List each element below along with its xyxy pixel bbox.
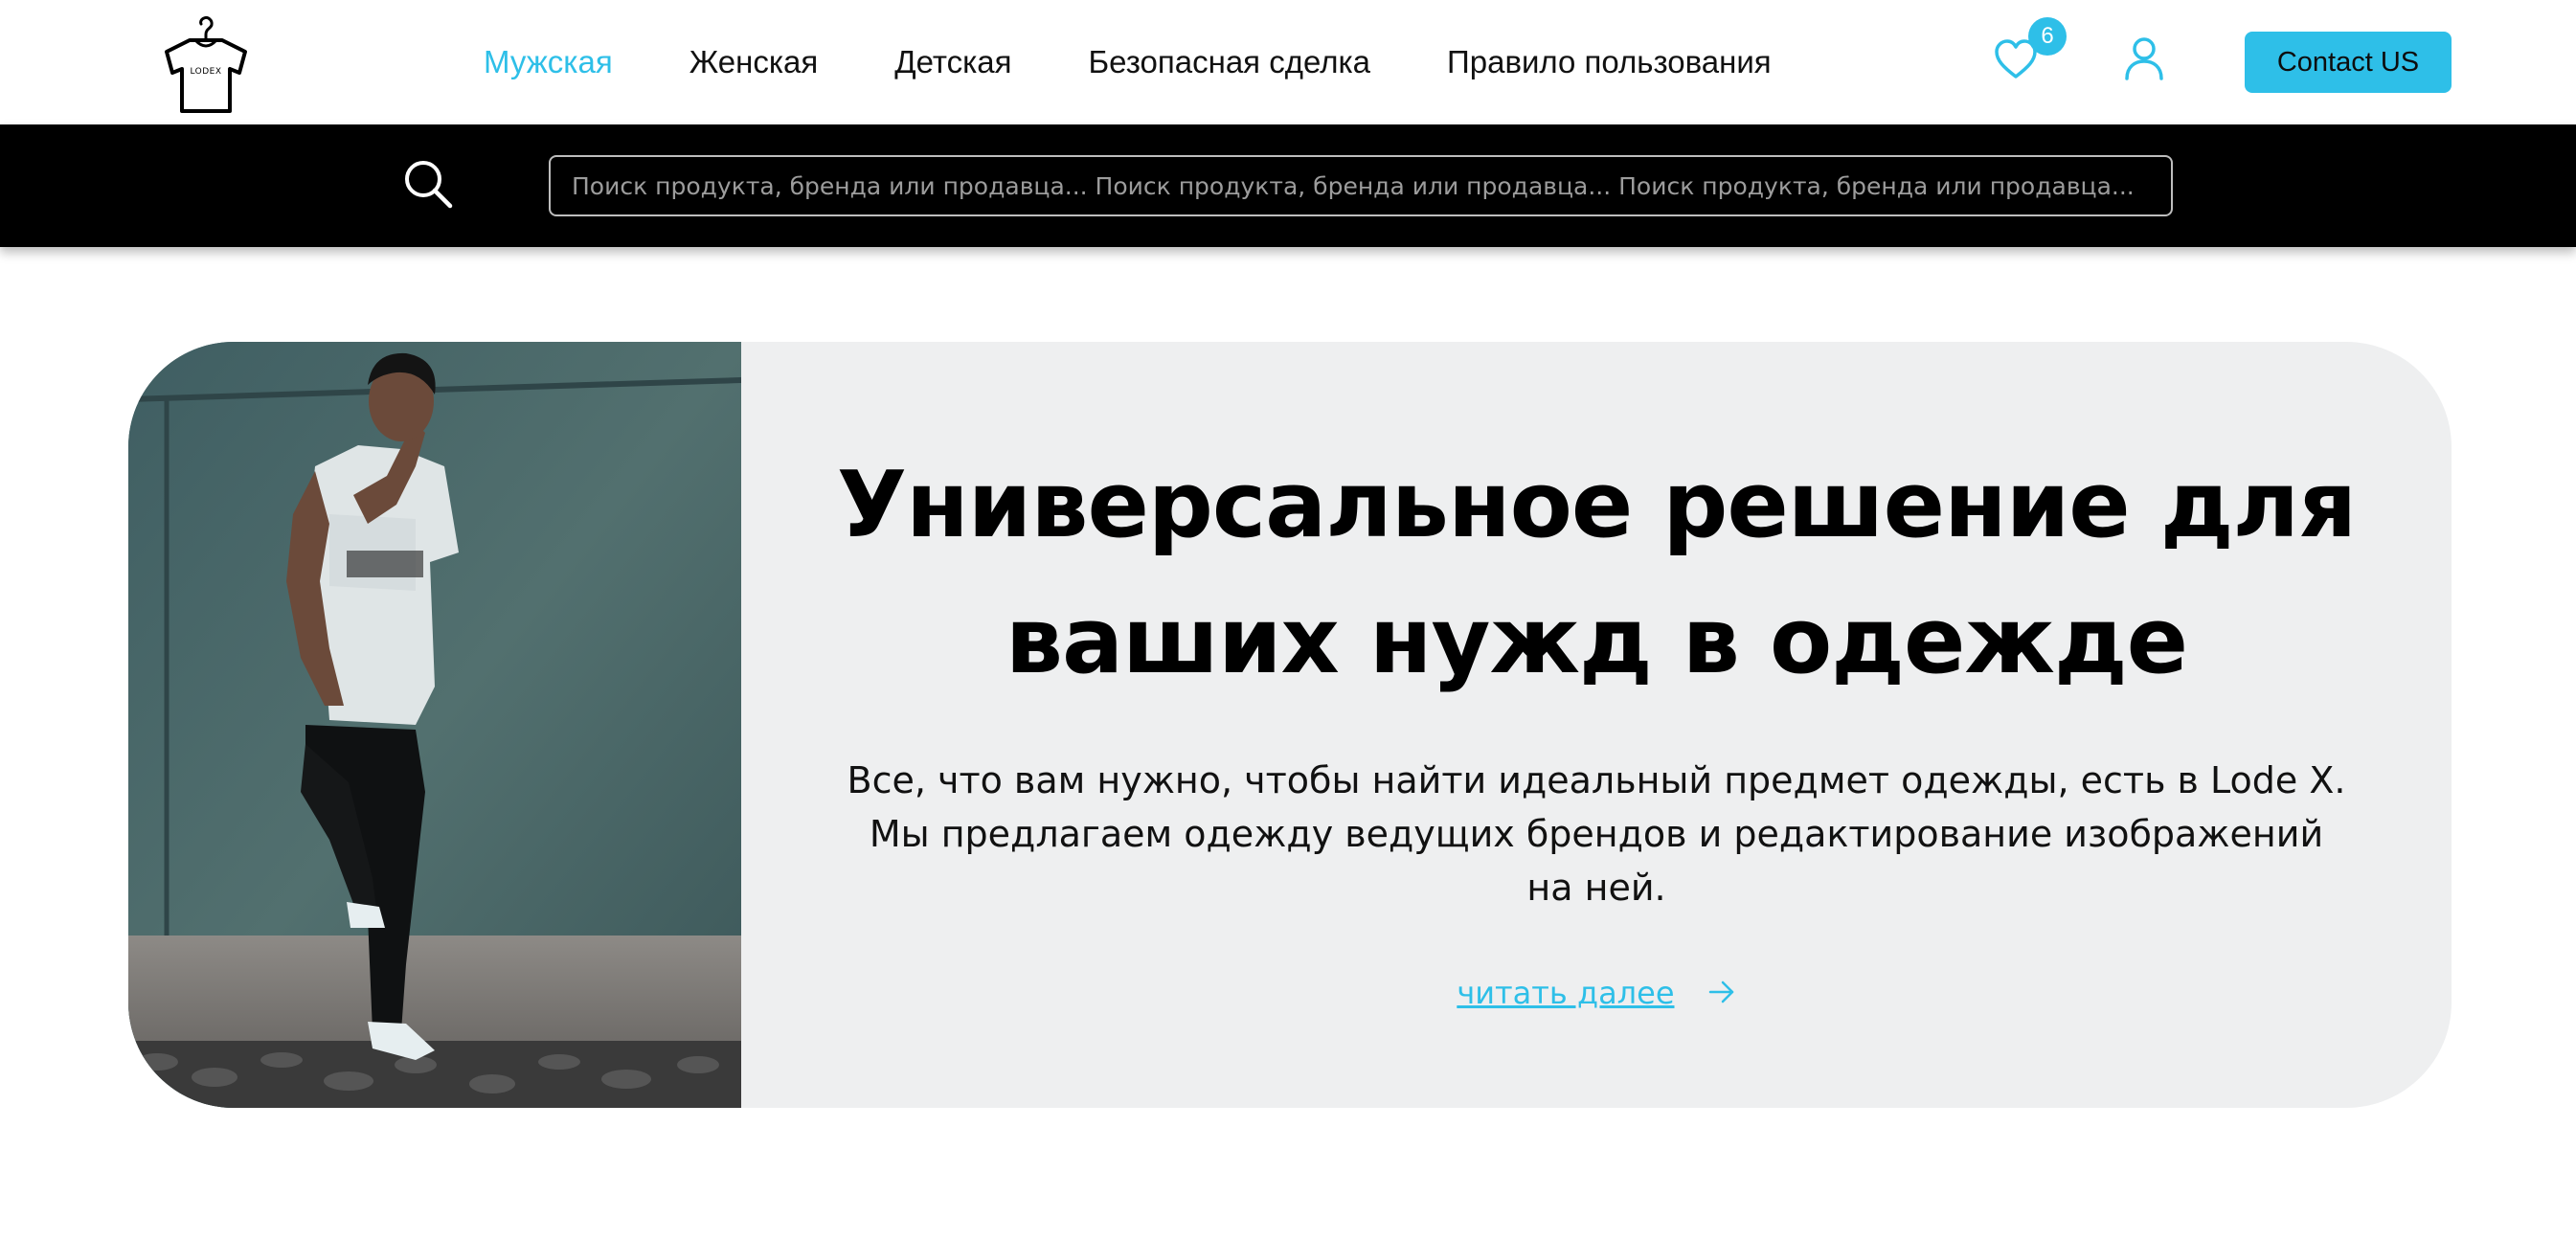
- user-icon: [2125, 37, 2163, 80]
- search-bar: [0, 124, 2576, 247]
- lodex-logo[interactable]: LODEX: [153, 11, 259, 115]
- hero-description: Все, что вам нужно, чтобы найти идеальны…: [825, 754, 2367, 914]
- logo-text: LODEX: [190, 67, 222, 77]
- hero-description-line-3: на ней.: [1526, 867, 1666, 909]
- search-icon[interactable]: [402, 158, 454, 210]
- hero-description-line-2: Мы предлагаем одежду ведущих брендов и р…: [869, 813, 2324, 855]
- read-more-link[interactable]: читать далее: [1457, 975, 1674, 1011]
- hero-description-line-1: Все, что вам нужно, чтобы найти идеальны…: [847, 759, 2346, 801]
- top-header: LODEX Мужская Женская Детская Безопасная…: [0, 0, 2576, 124]
- nav-item-kids[interactable]: Детская: [894, 40, 1011, 84]
- tshirt-hanger-icon: [165, 16, 247, 113]
- search-input[interactable]: [549, 155, 2173, 216]
- hero-banner: Универсальное решение для ваших нужд в о…: [128, 342, 2452, 1108]
- arrow-right-icon[interactable]: [1707, 978, 1736, 1006]
- favorites-count-badge: 6: [2028, 17, 2067, 56]
- account-button[interactable]: [2124, 36, 2164, 80]
- hero-title-line-2: ваших нужд в одежде: [1005, 589, 2188, 694]
- nav-item-women[interactable]: Женская: [689, 40, 819, 84]
- nav-item-terms[interactable]: Правило пользования: [1447, 40, 1772, 84]
- read-more-row: читать далее: [741, 972, 2452, 1014]
- nav-item-men[interactable]: Мужская: [484, 40, 613, 84]
- hero-title-line-1: Универсальное решение для: [836, 453, 2357, 558]
- contact-us-button[interactable]: Contact US: [2245, 32, 2452, 93]
- main-nav: Мужская Женская Детская Безопасная сделк…: [484, 40, 1772, 84]
- hero-content: Универсальное решение для ваших нужд в о…: [741, 342, 2452, 1108]
- nav-item-safe-deal[interactable]: Безопасная сделка: [1088, 40, 1370, 84]
- hero-title: Универсальное решение для ваших нужд в о…: [741, 438, 2452, 710]
- hero-photo-man-in-tshirt: [128, 342, 741, 1108]
